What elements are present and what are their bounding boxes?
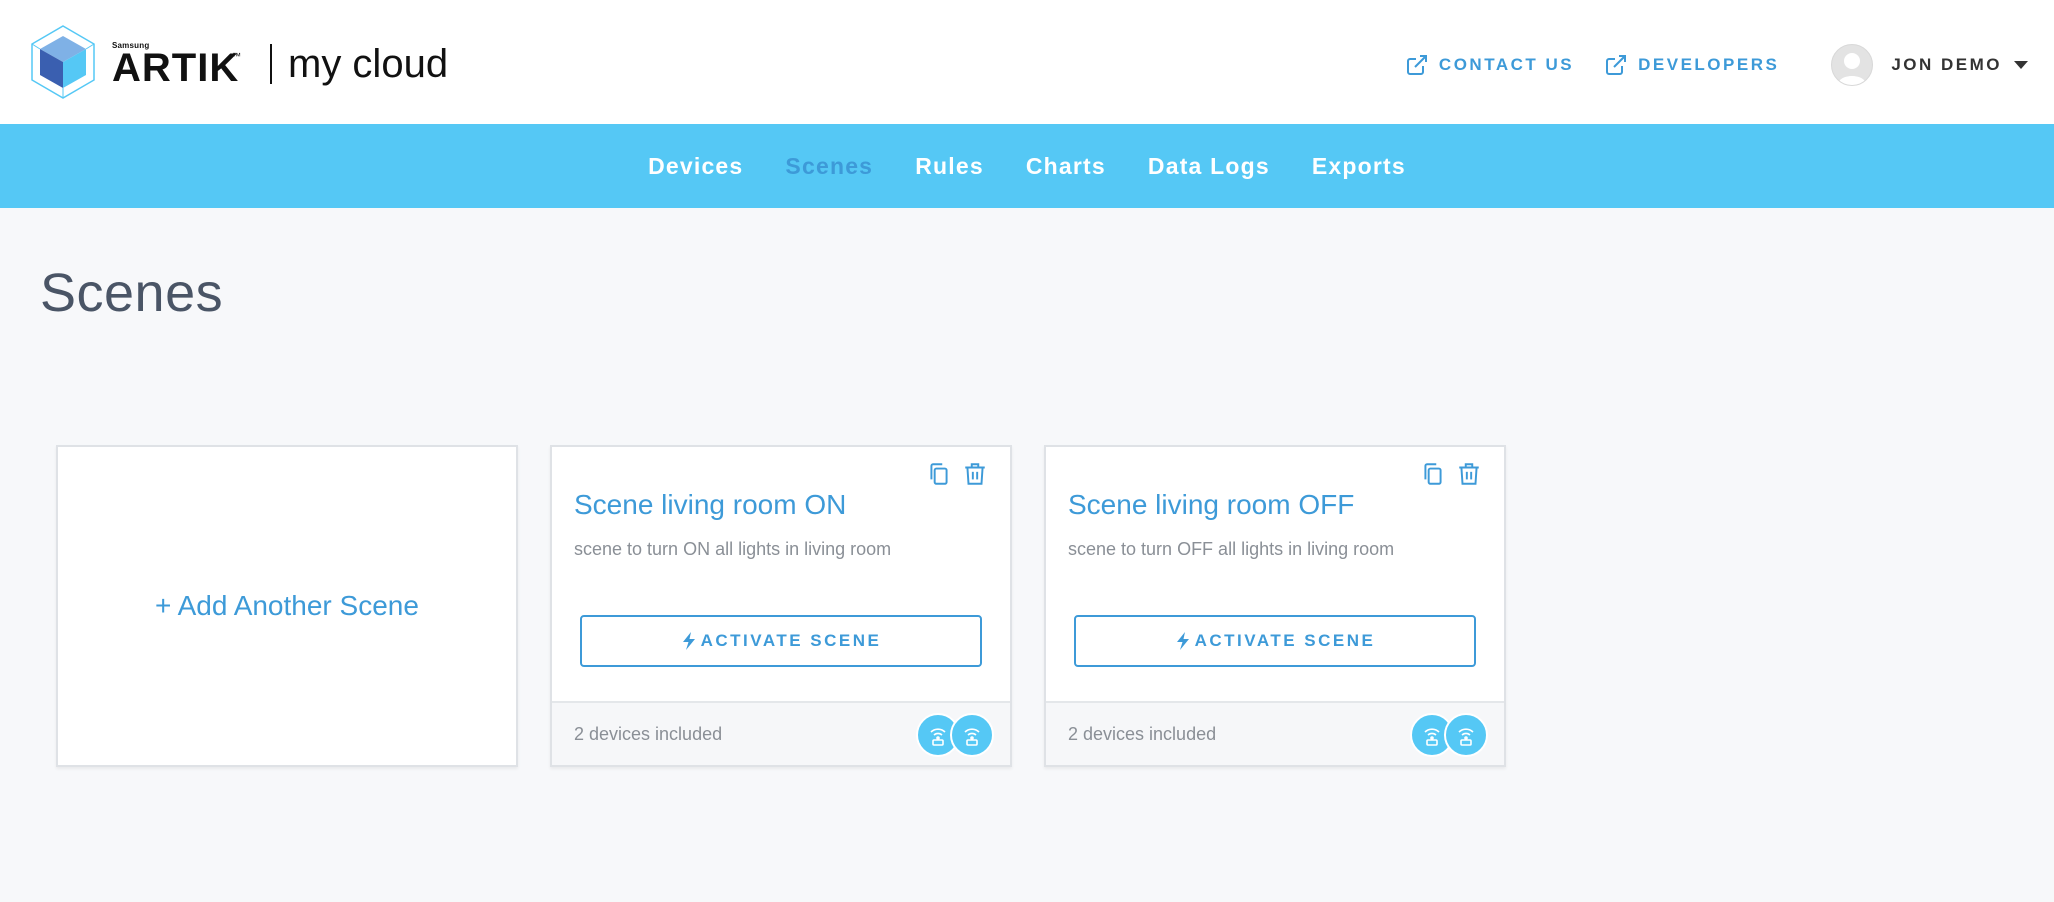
external-link-icon: [1406, 55, 1427, 75]
nav-item-charts[interactable]: Charts: [1026, 153, 1106, 180]
activate-scene-button[interactable]: ACTIVATE SCENE: [580, 615, 982, 667]
lightning-bolt-icon: [682, 632, 695, 650]
brand-product-name: my cloud: [288, 41, 449, 86]
activate-scene-button[interactable]: ACTIVATE SCENE: [1074, 615, 1476, 667]
copy-icon[interactable]: [926, 461, 952, 487]
activate-scene-label: ACTIVATE SCENE: [1194, 631, 1376, 650]
developers-link[interactable]: DEVELOPERS: [1604, 53, 1779, 77]
brand-artik: ARTIK: [112, 46, 240, 90]
activate-scene-label: ACTIVATE SCENE: [700, 631, 882, 650]
scene-title[interactable]: Scene living room OFF: [1068, 489, 1354, 521]
contact-us-label: CONTACT US: [1438, 55, 1575, 74]
nav-item-devices[interactable]: Devices: [648, 153, 743, 180]
smart-light-icon[interactable]: [950, 713, 994, 757]
add-scene-card[interactable]: + Add Another Scene: [56, 445, 518, 767]
copy-icon[interactable]: [1420, 461, 1446, 487]
contact-us-link[interactable]: CONTACT US: [1405, 53, 1574, 77]
scene-description: scene to turn ON all lights in living ro…: [574, 539, 892, 559]
card-tools: [916, 461, 988, 487]
device-icons: [1410, 713, 1488, 757]
scene-title[interactable]: Scene living room ON: [574, 489, 846, 521]
trash-icon[interactable]: [1456, 461, 1482, 487]
user-silhouette-icon: [1838, 53, 1867, 85]
developers-label: DEVELOPERS: [1638, 55, 1780, 74]
header-links: CONTACT US DEVELOPERS JON DEMO: [1405, 44, 2028, 86]
cube-logo-icon: [31, 25, 95, 99]
app-header: Samsung ARTIK ™ my cloud CONTACT US DEVE…: [0, 0, 2054, 124]
scene-description: scene to turn OFF all lights in living r…: [1068, 539, 1395, 559]
user-menu[interactable]: JON DEMO: [1831, 44, 2028, 86]
external-link-icon: [1606, 55, 1627, 75]
nav-item-scenes[interactable]: Scenes: [785, 153, 873, 180]
device-icons: [916, 713, 994, 757]
scene-cards: + Add Another Scene Scene living room ON…: [56, 445, 1538, 767]
page-title: Scenes: [40, 263, 224, 323]
chevron-down-icon: [2014, 61, 2028, 69]
scene-card: Scene living room OFF scene to turn OFF …: [1044, 445, 1506, 767]
nav-item-rules[interactable]: Rules: [915, 153, 984, 180]
devices-included-count: 2 devices included: [574, 723, 723, 744]
main-nav: Devices Scenes Rules Charts Data Logs Ex…: [0, 124, 2054, 208]
card-tools: [1410, 461, 1482, 487]
smart-light-icon[interactable]: [1444, 713, 1488, 757]
devices-included-count: 2 devices included: [1068, 723, 1217, 744]
trash-icon[interactable]: [962, 461, 988, 487]
card-footer: 2 devices included: [1046, 701, 1504, 765]
nav-item-exports[interactable]: Exports: [1312, 153, 1406, 180]
scene-card: Scene living room ON scene to turn ON al…: [550, 445, 1012, 767]
brand-divider: [270, 44, 272, 84]
artik-logo[interactable]: Samsung ARTIK ™ my cloud: [30, 22, 448, 102]
lightning-bolt-icon: [1176, 632, 1189, 650]
avatar: [1831, 44, 1874, 86]
nav-item-data-logs[interactable]: Data Logs: [1148, 153, 1270, 180]
brand-trademark: ™: [232, 51, 241, 61]
brand-wordmark: Samsung ARTIK ™: [112, 24, 242, 100]
user-name: JON DEMO: [1891, 55, 2002, 74]
card-footer: 2 devices included: [552, 701, 1010, 765]
add-scene-label: + Add Another Scene: [155, 590, 419, 621]
